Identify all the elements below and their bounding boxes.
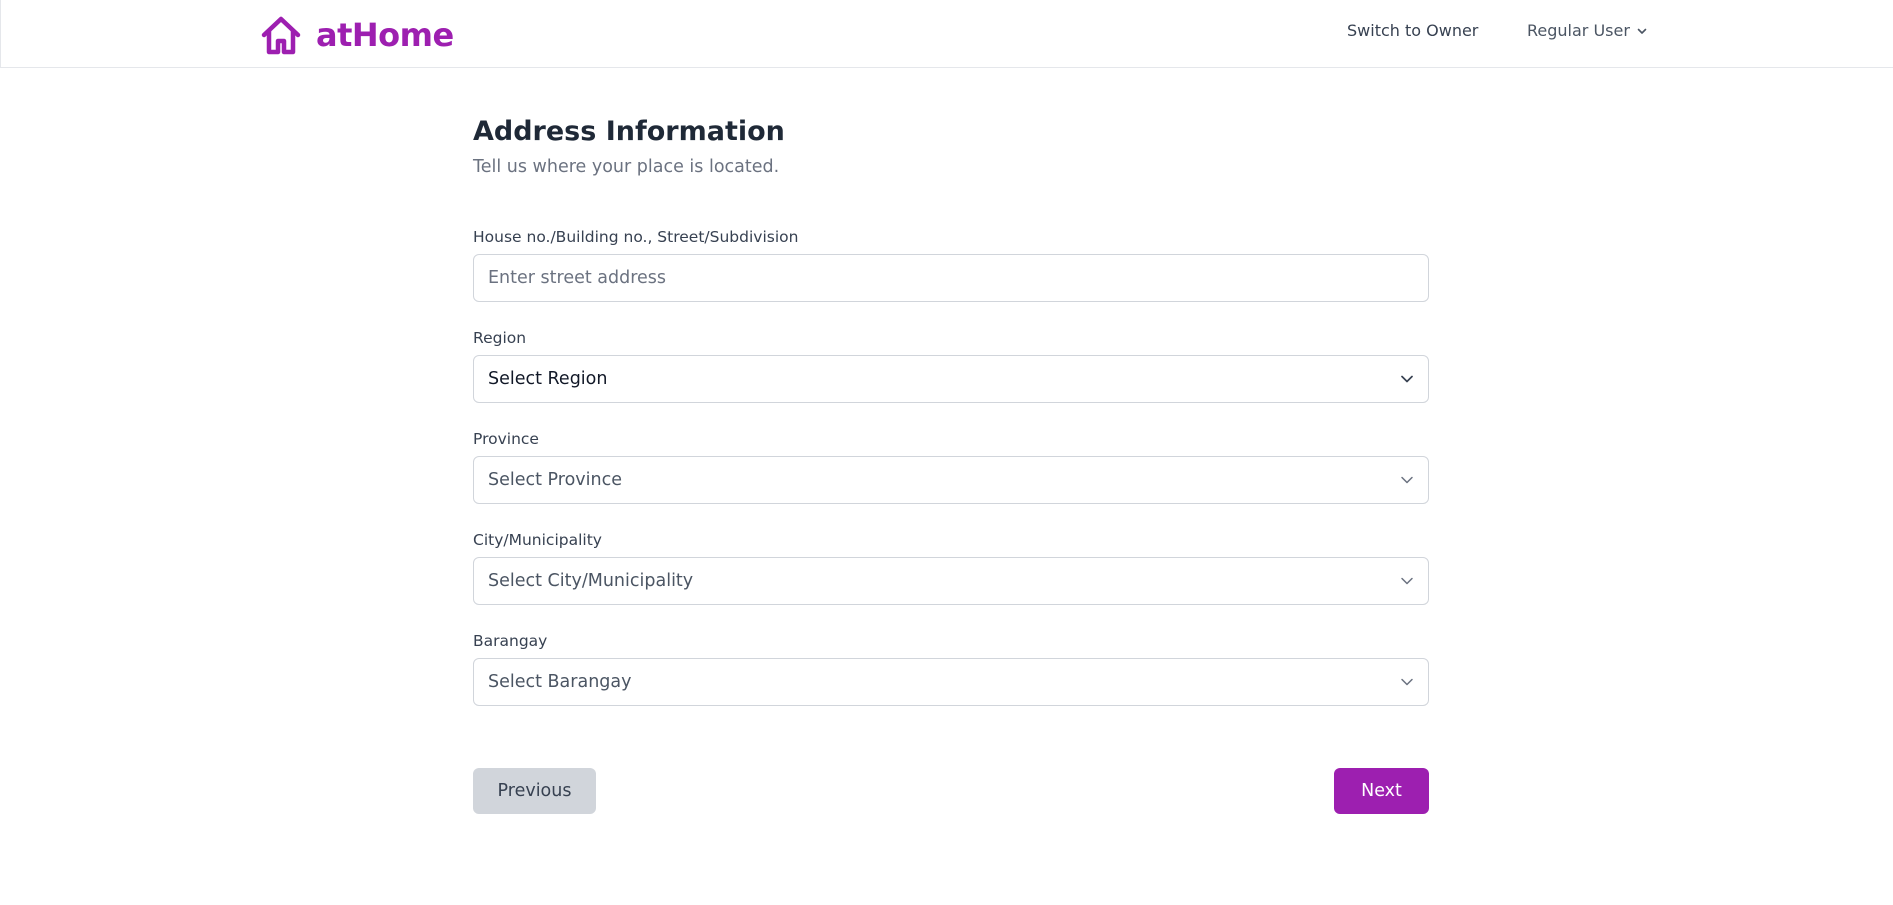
chevron-down-icon bbox=[1401, 678, 1413, 686]
barangay-label: Barangay bbox=[473, 632, 548, 650]
region-label: Region bbox=[473, 329, 527, 347]
barangay-select-value: Select Barangay bbox=[488, 672, 632, 692]
street-address-input[interactable] bbox=[474, 255, 1428, 301]
chevron-down-icon bbox=[1401, 375, 1413, 383]
user-menu-label: Regular User bbox=[1527, 21, 1630, 40]
city-municipality-select-value: Select City/Municipality bbox=[488, 571, 694, 591]
region-select[interactable]: Select Region bbox=[473, 355, 1429, 403]
chevron-down-icon bbox=[1401, 577, 1413, 585]
page-subtitle: Tell us where your place is located. bbox=[473, 157, 780, 177]
previous-button[interactable]: Previous bbox=[473, 768, 596, 814]
switch-to-owner-link[interactable]: Switch to Owner bbox=[1347, 19, 1478, 43]
house-icon bbox=[261, 16, 301, 55]
next-button[interactable]: Next bbox=[1334, 768, 1429, 814]
top-navbar: atHome Switch to Owner Regular User bbox=[0, 0, 1893, 68]
province-select[interactable]: Select Province bbox=[473, 456, 1429, 504]
logo-text: atHome bbox=[316, 16, 454, 54]
chevron-down-icon bbox=[1637, 28, 1647, 34]
region-select-value: Select Region bbox=[488, 369, 608, 389]
province-select-value: Select Province bbox=[488, 470, 623, 490]
city-municipality-label: City/Municipality bbox=[473, 531, 602, 549]
logo-link[interactable]: atHome bbox=[260, 14, 454, 56]
street-address-field bbox=[473, 254, 1429, 302]
user-menu-button[interactable]: Regular User bbox=[1527, 19, 1648, 43]
city-municipality-select[interactable]: Select City/Municipality bbox=[473, 557, 1429, 605]
barangay-select[interactable]: Select Barangay bbox=[473, 658, 1429, 706]
street-address-label: House no./Building no., Street/Subdivisi… bbox=[473, 228, 799, 246]
province-label: Province bbox=[473, 430, 539, 448]
page-title: Address Information bbox=[473, 116, 785, 147]
chevron-down-icon bbox=[1401, 476, 1413, 484]
